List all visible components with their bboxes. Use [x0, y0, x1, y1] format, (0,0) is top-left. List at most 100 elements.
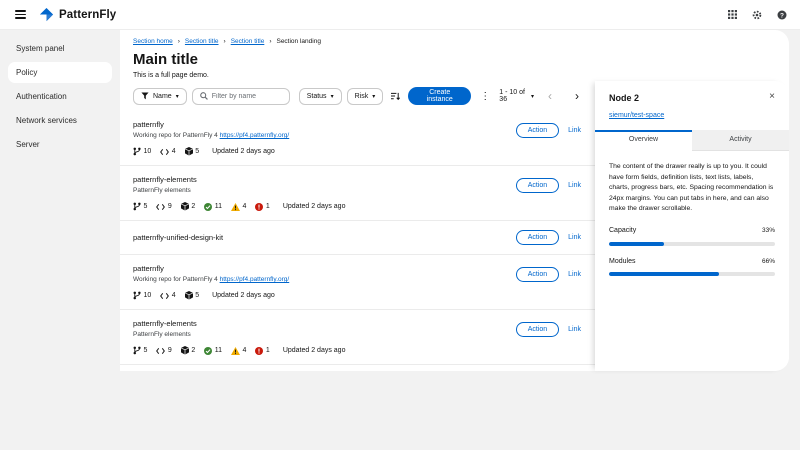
- breadcrumb-link[interactable]: Section home: [133, 38, 173, 45]
- row-link[interactable]: Link: [568, 234, 581, 241]
- badge-value: 5: [195, 148, 199, 155]
- repo-title: patternfly-unified-design-kit: [133, 233, 223, 242]
- kebab-menu-icon[interactable]: ⋮: [476, 91, 494, 102]
- next-page-button[interactable]: ›: [566, 91, 585, 101]
- breadcrumb-link[interactable]: Section title: [185, 38, 219, 45]
- breadcrumb-separator-icon: ›: [224, 38, 226, 45]
- risk-dropdown[interactable]: Risk ▾: [347, 88, 384, 105]
- pagination-label: 1 - 10 of 36: [499, 89, 528, 103]
- repo-description: Working repo for PatternFly 4: [133, 132, 218, 139]
- action-button[interactable]: Action: [516, 267, 559, 282]
- repo-title: patternfly-elements: [133, 175, 345, 184]
- repo-url-link[interactable]: https://pf4.patternfly.org/: [220, 132, 290, 139]
- repo-description: PatternFly elements: [133, 187, 191, 194]
- list-item: patternfly Working repo for PatternFly 4…: [120, 111, 595, 166]
- warning-triangle-icon: [231, 347, 240, 355]
- sidebar-item-authentication[interactable]: Authentication: [8, 86, 112, 107]
- list-item: patternfly-elements PatternFly elements …: [120, 166, 595, 221]
- sidebar-item-system-panel[interactable]: System panel: [8, 38, 112, 59]
- badge-value: 9: [168, 347, 172, 354]
- list-pane: Name ▾ Status ▾ Risk ▾: [120, 81, 595, 371]
- breadcrumb-separator-icon: ›: [269, 38, 271, 45]
- sidebar-item-policy[interactable]: Policy: [8, 62, 112, 83]
- breadcrumb: Section home › Section title › Section t…: [133, 38, 773, 45]
- exclamation-circle-icon: [255, 347, 263, 355]
- badge-value: 5: [144, 347, 148, 354]
- status-label: Status: [307, 93, 327, 100]
- sort-icon[interactable]: [388, 92, 403, 101]
- drawer-space-link[interactable]: siemur/test-space: [609, 112, 664, 119]
- capacity-label: Capacity: [609, 226, 636, 237]
- repo-title: patternfly: [133, 120, 289, 129]
- page-header: Section home › Section title › Section t…: [120, 30, 789, 81]
- badge-value: 2: [191, 203, 195, 210]
- breadcrumb-current: Section landing: [276, 38, 320, 45]
- row-link[interactable]: Link: [568, 127, 581, 134]
- tab-activity[interactable]: Activity: [692, 130, 789, 151]
- list-item: patternfly Working repo for PatternFly 4…: [120, 255, 595, 310]
- capacity-metric: Capacity 33%: [609, 226, 775, 246]
- row-link[interactable]: Link: [568, 326, 581, 333]
- prev-page-button[interactable]: ‹: [539, 91, 561, 101]
- drawer-tabs: Overview Activity: [595, 130, 789, 151]
- sidebar-item-network-services[interactable]: Network services: [8, 110, 112, 131]
- action-button[interactable]: Action: [516, 230, 559, 245]
- row-link[interactable]: Link: [568, 271, 581, 278]
- sidebar-item-server[interactable]: Server: [8, 134, 112, 155]
- settings-gear-icon[interactable]: [752, 10, 762, 20]
- svg-text:?: ?: [780, 12, 784, 19]
- badge-value: 4: [243, 347, 247, 354]
- list-item: patternfly-elements PatternFly elements …: [120, 310, 595, 365]
- badge-value: 11: [215, 203, 222, 210]
- caret-down-icon: ▾: [372, 93, 375, 100]
- hamburger-menu-icon[interactable]: [13, 8, 28, 21]
- code-branch-icon: [133, 346, 141, 355]
- risk-label: Risk: [355, 93, 369, 100]
- patternfly-logo-icon: [39, 7, 54, 22]
- create-instance-button[interactable]: Create instance: [408, 87, 471, 105]
- repo-title: patternfly: [133, 264, 289, 273]
- page-background: Section home › Section title › Section t…: [120, 30, 800, 450]
- sidebar-nav: System panel Policy Authentication Netwo…: [0, 30, 120, 450]
- action-button[interactable]: Action: [516, 123, 559, 138]
- badge-value: 10: [144, 148, 152, 155]
- check-circle-icon: [204, 203, 212, 211]
- search-input[interactable]: [212, 93, 282, 100]
- masthead: PatternFly ?: [0, 0, 800, 30]
- modules-progress-bar: [609, 272, 775, 276]
- cube-icon: [185, 291, 193, 300]
- caret-down-icon: ▾: [331, 93, 334, 100]
- brand: PatternFly: [39, 7, 116, 22]
- badge-value: 4: [172, 292, 176, 299]
- repo-url-link[interactable]: https://pf4.patternfly.org/: [220, 276, 290, 283]
- exclamation-circle-icon: [255, 203, 263, 211]
- help-icon[interactable]: ?: [777, 10, 787, 20]
- close-icon[interactable]: ×: [769, 93, 775, 101]
- tab-overview[interactable]: Overview: [595, 130, 692, 151]
- modules-value: 66%: [762, 257, 775, 267]
- name-filter-dropdown[interactable]: Name ▾: [133, 88, 187, 105]
- details-drawer: Node 2 × siemur/test-space Overview Acti…: [595, 81, 789, 371]
- search-icon: [200, 92, 208, 100]
- badge-value: 2: [191, 347, 195, 354]
- repo-title: patternfly-elements: [133, 319, 345, 328]
- badge-value: 1: [266, 203, 270, 210]
- row-link[interactable]: Link: [568, 182, 581, 189]
- drawer-description: The content of the drawer really is up t…: [609, 162, 775, 215]
- badge-value: 4: [243, 203, 247, 210]
- name-filter-label: Name: [153, 93, 172, 100]
- badge-value: 11: [215, 347, 222, 354]
- search-control: [192, 88, 290, 105]
- action-button[interactable]: Action: [516, 322, 559, 337]
- modules-metric: Modules 66%: [609, 257, 775, 277]
- pagination-dropdown[interactable]: 1 - 10 of 36 ▾: [499, 89, 534, 103]
- breadcrumb-separator-icon: ›: [178, 38, 180, 45]
- action-button[interactable]: Action: [516, 178, 559, 193]
- modules-label: Modules: [609, 257, 635, 268]
- status-dropdown[interactable]: Status ▾: [299, 88, 342, 105]
- badge-value: 4: [172, 148, 176, 155]
- breadcrumb-link[interactable]: Section title: [231, 38, 265, 45]
- updated-text: Updated 2 days ago: [283, 203, 346, 210]
- code-icon: [156, 347, 165, 355]
- apps-grid-icon[interactable]: [728, 10, 737, 19]
